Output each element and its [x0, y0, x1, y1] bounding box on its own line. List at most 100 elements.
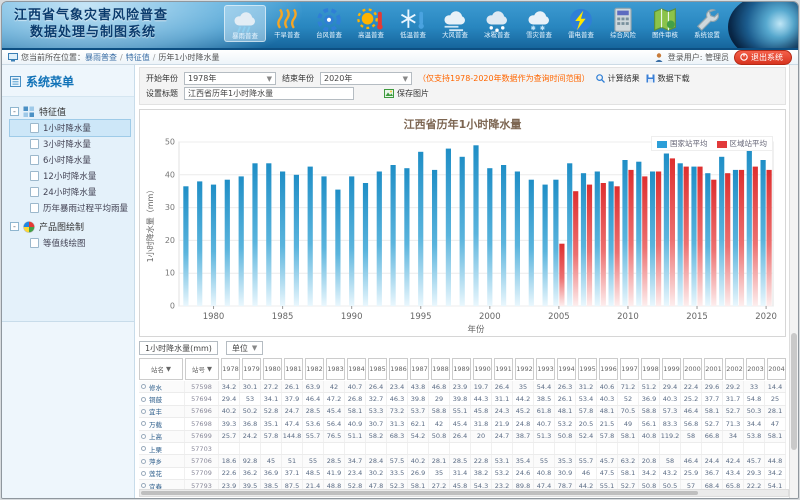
nav-item-7[interactable]: 冰雹普查 [476, 5, 518, 42]
nav-item-1[interactable]: 暴雨普查 [224, 5, 266, 42]
horizontal-scrollbar[interactable] [139, 489, 789, 497]
nav-item-4[interactable]: 高温普查 [350, 5, 392, 42]
radio-icon[interactable] [141, 421, 146, 426]
nav-item-5[interactable]: 低温普查 [392, 5, 434, 42]
logout-button[interactable]: 退出系统 [734, 50, 792, 65]
radio-icon[interactable] [141, 434, 146, 439]
save-image-button[interactable]: 保存图片 [384, 88, 429, 99]
radio-icon[interactable] [141, 459, 146, 464]
nav-item-6[interactable]: 大风普查 [434, 5, 476, 42]
column-header-year[interactable]: 1996 [599, 358, 618, 380]
value-cell [450, 443, 471, 454]
column-header-year[interactable]: 2001 [704, 358, 723, 380]
v-scroll-thumb[interactable] [791, 333, 797, 450]
sidebar-item-1小时降水量[interactable]: 1小时降水量 [10, 120, 130, 136]
column-header-year[interactable]: 1991 [494, 358, 513, 380]
column-header-year[interactable]: 1988 [431, 358, 450, 380]
value-cell: 53.1 [492, 455, 513, 466]
collapse-icon[interactable]: - [10, 222, 19, 231]
nav-item-11[interactable]: 图件审核 [644, 5, 686, 42]
nav-item-8[interactable]: 雪灾普查 [518, 5, 560, 42]
collapse-icon[interactable]: - [10, 107, 19, 116]
sidebar-item-12小时降水量[interactable]: 12小时降水量 [10, 168, 130, 184]
end-year-label: 结束年份 [282, 73, 314, 84]
chart-title-input[interactable]: 江西省历年1小时降水量 [184, 87, 354, 100]
legend-entry[interactable]: 区域站平均 [717, 138, 768, 149]
column-header-year[interactable]: 2004 [767, 358, 786, 380]
value-type-chip[interactable]: 1小时降水量(mm) [139, 341, 218, 355]
nav-item-10[interactable]: 综合风险 [602, 5, 644, 42]
value-cell: 58.1 [618, 431, 639, 442]
sidebar-item-24小时降水量[interactable]: 24小时降水量 [10, 184, 130, 200]
radio-icon[interactable] [141, 409, 146, 414]
sidebar-item-历年暴雨过程平均雨量[interactable]: 历年暴雨过程平均雨量 [10, 200, 130, 216]
radio-icon[interactable] [141, 384, 146, 389]
table-row[interactable]: 上栗57703 [139, 443, 786, 455]
end-year-select[interactable]: 2020年▼ [320, 72, 412, 85]
value-cell: 40.2 [408, 455, 429, 466]
column-header-id[interactable]: 站号 ▼ [185, 358, 219, 380]
column-header-year[interactable]: 1979 [242, 358, 261, 380]
table-row[interactable]: 铜鼓5769429.45334.137.946.447.226.832.746.… [139, 393, 786, 405]
column-header-year[interactable]: 1997 [620, 358, 639, 380]
tree-item-label: 24小时降水量 [43, 186, 96, 198]
nav-item-9[interactable]: 雷电普查 [560, 5, 602, 42]
start-year-select[interactable]: 1978年▼ [184, 72, 276, 85]
column-header-year[interactable]: 1995 [578, 358, 597, 380]
vertical-scrollbar[interactable] [789, 65, 798, 498]
column-header-year[interactable]: 1992 [515, 358, 534, 380]
value-cell: 54.4 [534, 381, 555, 392]
radio-icon[interactable] [141, 397, 146, 402]
column-header-year[interactable]: 1978 [221, 358, 240, 380]
value-cell: 57.5 [387, 455, 408, 466]
column-header-year[interactable]: 1987 [410, 358, 429, 380]
unit-dropdown[interactable]: 单位▼ [226, 341, 263, 355]
table-row[interactable]: 修水5759834.230.127.226.163.94240.726.423.… [139, 381, 786, 393]
tree-group-header[interactable]: - 特征值 [10, 103, 130, 120]
download-button[interactable]: 数据下载 [646, 73, 690, 84]
sidebar-item-等值线绘图[interactable]: 等值线绘图 [10, 235, 130, 251]
column-header-year[interactable]: 1989 [452, 358, 471, 380]
nav-item-2[interactable]: 干旱普查 [266, 5, 308, 42]
breadcrumb-item[interactable]: 历年1小时降水量 [158, 53, 219, 62]
column-header-year[interactable]: 2003 [746, 358, 765, 380]
calculate-button[interactable]: 计算结果 [596, 73, 640, 84]
table-row[interactable]: 萍乡5770618.692.845515528.534.728.457.540.… [139, 455, 786, 467]
chart-legend[interactable]: 国家站平均区域站平均 [651, 136, 773, 151]
column-header-year[interactable]: 1998 [641, 358, 660, 380]
nav-item-12[interactable]: 系统设置 [686, 5, 728, 42]
nav-item-label: 暴雨普查 [227, 31, 264, 40]
sidebar-item-6小时降水量[interactable]: 6小时降水量 [10, 152, 130, 168]
sidebar-item-3小时降水量[interactable]: 3小时降水量 [10, 136, 130, 152]
breadcrumb-item[interactable]: 暴雨普查 [85, 53, 117, 62]
column-header-year[interactable]: 1981 [284, 358, 303, 380]
column-header-year[interactable]: 2002 [725, 358, 744, 380]
radio-icon[interactable] [141, 446, 146, 451]
column-header-station[interactable]: 站名 ▼ [139, 358, 183, 380]
value-cell: 43.4 [723, 468, 744, 479]
nav-item-3[interactable]: 台风普查 [308, 5, 350, 42]
value-cell [387, 443, 408, 454]
column-header-year[interactable]: 1984 [347, 358, 366, 380]
column-header-year[interactable]: 1993 [536, 358, 555, 380]
table-row[interactable]: 万载5769839.336.835.147.453.656.440.930.73… [139, 418, 786, 430]
table-row[interactable]: 宜丰5769640.250.252.824.728.545.458.153.37… [139, 406, 786, 418]
breadcrumb-item[interactable]: 特征值 [126, 53, 150, 62]
legend-entry[interactable]: 国家站平均 [657, 138, 708, 149]
column-header-year[interactable]: 1999 [662, 358, 681, 380]
column-header-year[interactable]: 1994 [557, 358, 576, 380]
rain-cloud-icon [230, 7, 260, 31]
radio-icon[interactable] [141, 483, 146, 488]
column-header-year[interactable]: 1983 [326, 358, 345, 380]
radio-icon[interactable] [141, 471, 146, 476]
h-scroll-thumb[interactable] [141, 491, 698, 495]
column-header-year[interactable]: 1980 [263, 358, 282, 380]
column-header-year[interactable]: 1986 [389, 358, 408, 380]
column-header-year[interactable]: 1982 [305, 358, 324, 380]
tree-group-header[interactable]: - 产品图绘制 [10, 218, 130, 235]
column-header-year[interactable]: 2000 [683, 358, 702, 380]
column-header-year[interactable]: 1990 [473, 358, 492, 380]
table-row[interactable]: 上高5769925.724.257.8144.855.776.551.158.2… [139, 431, 786, 443]
column-header-year[interactable]: 1985 [368, 358, 387, 380]
table-row[interactable]: 莲花5770922.636.236.937.148.541.923.430.23… [139, 468, 786, 480]
